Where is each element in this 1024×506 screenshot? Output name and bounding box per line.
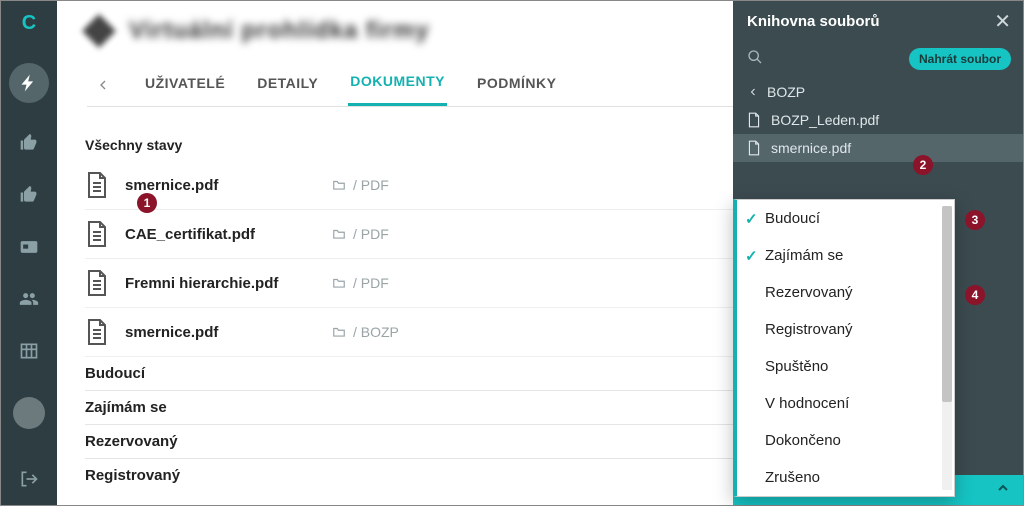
rail-avatar[interactable] bbox=[13, 397, 45, 429]
page-title: Virtuální prohlídka firmy bbox=[129, 17, 430, 45]
rail-logout-icon[interactable] bbox=[17, 467, 41, 491]
file-folder: / PDF bbox=[331, 177, 389, 193]
dropdown-item[interactable]: Dokončeno bbox=[737, 422, 954, 459]
library-file[interactable]: smernice.pdf bbox=[733, 134, 1023, 162]
annotation-marker-4: 4 bbox=[965, 285, 985, 305]
rail-thumb2-icon[interactable] bbox=[17, 183, 41, 207]
main-area: Virtuální prohlídka firmy UŽIVATELÉ DETA… bbox=[57, 1, 1023, 505]
dropdown-item[interactable]: ✓Budoucí bbox=[737, 200, 954, 237]
library-file[interactable]: BOZP_Leden.pdf bbox=[733, 106, 1023, 134]
company-logo bbox=[82, 14, 116, 48]
rail-bolt-icon[interactable] bbox=[9, 63, 49, 103]
status-dropdown: ✓Budoucí ✓Zajímám se Rezervovaný Registr… bbox=[733, 199, 955, 497]
document-icon bbox=[747, 140, 761, 156]
folder-icon bbox=[331, 227, 347, 241]
library-file-name: BOZP_Leden.pdf bbox=[771, 112, 879, 128]
annotation-marker-1: 1 bbox=[137, 193, 157, 213]
folder-icon bbox=[331, 276, 347, 290]
rail-logo[interactable]: C bbox=[17, 11, 41, 35]
chevron-left-icon bbox=[747, 86, 759, 98]
file-name: smernice.pdf bbox=[125, 324, 315, 341]
breadcrumb-back[interactable]: BOZP bbox=[733, 78, 1023, 106]
rail-thumb1-icon[interactable] bbox=[17, 131, 41, 155]
dropdown-item[interactable]: Registrovaný bbox=[737, 311, 954, 348]
dropdown-item[interactable]: Spuštěno bbox=[737, 348, 954, 385]
document-icon bbox=[747, 112, 761, 128]
dropdown-item[interactable]: ✓Zajímám se bbox=[737, 237, 954, 274]
scrollbar-thumb[interactable] bbox=[942, 206, 952, 402]
document-icon bbox=[85, 171, 109, 199]
breadcrumb-label: BOZP bbox=[767, 84, 805, 100]
dropdown-item[interactable]: Rezervovaný bbox=[737, 274, 954, 311]
back-chevron-icon[interactable] bbox=[91, 77, 115, 93]
document-icon bbox=[85, 318, 109, 346]
tab-details[interactable]: DETAILY bbox=[255, 65, 320, 105]
folder-icon bbox=[331, 178, 347, 192]
rail-card-icon[interactable] bbox=[17, 235, 41, 259]
file-folder: / PDF bbox=[331, 226, 389, 242]
file-name: smernice.pdf bbox=[125, 177, 315, 194]
document-icon bbox=[85, 269, 109, 297]
file-folder: / BOZP bbox=[331, 324, 399, 340]
tab-conditions[interactable]: PODMÍNKY bbox=[475, 65, 558, 105]
document-icon bbox=[85, 220, 109, 248]
tab-documents[interactable]: DOKUMENTY bbox=[348, 63, 447, 106]
search-icon[interactable] bbox=[747, 49, 901, 70]
file-name: Fremni hierarchie.pdf bbox=[125, 275, 315, 292]
annotation-marker-2: 2 bbox=[913, 155, 933, 175]
rail-people-icon[interactable] bbox=[17, 287, 41, 311]
close-icon[interactable]: ✕ bbox=[994, 9, 1011, 34]
rail-table-icon[interactable] bbox=[17, 339, 41, 363]
file-name: CAE_certifikat.pdf bbox=[125, 226, 315, 243]
dropdown-item[interactable]: Zrušeno bbox=[737, 459, 954, 496]
dropdown-item[interactable]: V hodnocení bbox=[737, 385, 954, 422]
nav-rail: C bbox=[1, 1, 57, 505]
tab-users[interactable]: UŽIVATELÉ bbox=[143, 65, 227, 105]
check-icon: ✓ bbox=[745, 210, 758, 228]
folder-icon bbox=[331, 325, 347, 339]
library-file-name: smernice.pdf bbox=[771, 140, 851, 156]
upload-button[interactable]: Nahrát soubor bbox=[909, 48, 1011, 70]
annotation-marker-3: 3 bbox=[965, 210, 985, 230]
chevron-up-icon[interactable] bbox=[995, 480, 1011, 501]
panel-title: Knihovna souborů bbox=[747, 13, 880, 30]
file-folder: / PDF bbox=[331, 275, 389, 291]
check-icon: ✓ bbox=[745, 247, 758, 265]
